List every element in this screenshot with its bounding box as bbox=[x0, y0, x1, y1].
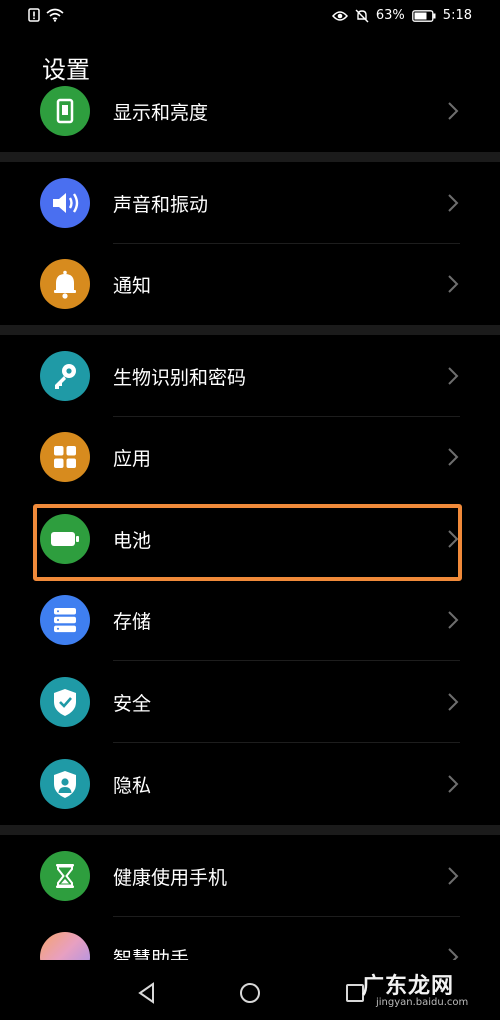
status-bar: 63% 5:18 bbox=[0, 0, 500, 32]
assistant-icon bbox=[40, 932, 90, 960]
settings-item-storage[interactable]: 存储 bbox=[0, 579, 500, 661]
hourglass-icon bbox=[40, 851, 90, 901]
settings-item-assistant[interactable]: 智慧助手 bbox=[0, 916, 500, 960]
settings-item-notifications[interactable]: 通知 bbox=[0, 243, 500, 325]
chevron-right-icon bbox=[448, 102, 459, 120]
settings-item-label: 隐私 bbox=[113, 775, 152, 797]
section-divider bbox=[0, 152, 500, 162]
mute-icon bbox=[355, 9, 369, 22]
settings-item-label: 显示和亮度 bbox=[113, 102, 209, 124]
wifi-icon bbox=[46, 8, 64, 22]
section-divider bbox=[0, 325, 500, 335]
shield-icon bbox=[40, 677, 90, 727]
section-divider bbox=[0, 825, 500, 835]
battery-percent: 63% bbox=[375, 8, 405, 23]
home-icon[interactable] bbox=[237, 980, 263, 1006]
settings-item-sound[interactable]: 声音和振动 bbox=[0, 162, 500, 244]
status-left bbox=[28, 8, 64, 22]
scroll-mask bbox=[0, 32, 500, 86]
chevron-right-icon bbox=[448, 867, 459, 885]
eye-icon bbox=[331, 10, 348, 21]
settings-item-privacy[interactable]: 隐私 bbox=[0, 743, 500, 825]
highlight-box bbox=[33, 504, 462, 581]
chevron-right-icon bbox=[448, 367, 459, 385]
alert-icon bbox=[28, 8, 40, 22]
settings-item-label: 生物识别和密码 bbox=[113, 367, 247, 389]
apps-icon bbox=[40, 432, 90, 482]
speaker-icon bbox=[40, 178, 90, 228]
chevron-right-icon bbox=[448, 948, 459, 960]
settings-item-label: 健康使用手机 bbox=[113, 867, 228, 889]
status-time: 5:18 bbox=[442, 8, 472, 23]
chevron-right-icon bbox=[448, 775, 459, 793]
battery-icon bbox=[411, 9, 436, 22]
chevron-right-icon bbox=[448, 448, 459, 466]
settings-item-biometrics[interactable]: 生物识别和密码 bbox=[0, 335, 500, 417]
key-icon bbox=[40, 351, 90, 401]
settings-item-label: 安全 bbox=[113, 693, 152, 715]
settings-item-label: 智慧助手 bbox=[113, 948, 190, 960]
storage-icon bbox=[40, 595, 90, 645]
settings-item-label: 存储 bbox=[113, 611, 152, 633]
settings-item-security[interactable]: 安全 bbox=[0, 661, 500, 743]
privacy-icon bbox=[40, 759, 90, 809]
settings-item-label: 声音和振动 bbox=[113, 194, 209, 216]
settings-item-apps[interactable]: 应用 bbox=[0, 416, 500, 498]
settings-item-label: 应用 bbox=[113, 448, 152, 470]
back-icon[interactable] bbox=[134, 980, 160, 1006]
watermark-sub: jingyan.baidu.com bbox=[376, 997, 469, 1008]
chevron-right-icon bbox=[448, 693, 459, 711]
settings-item-digital-balance[interactable]: 健康使用手机 bbox=[0, 835, 500, 917]
display-icon bbox=[40, 86, 90, 136]
status-right: 63% 5:18 bbox=[331, 8, 472, 23]
bell-icon bbox=[40, 259, 90, 309]
chevron-right-icon bbox=[448, 275, 459, 293]
settings-item-label: 通知 bbox=[113, 275, 152, 297]
chevron-right-icon bbox=[448, 194, 459, 212]
watermark-text: 广东龙网 bbox=[362, 974, 455, 999]
chevron-right-icon bbox=[448, 611, 459, 629]
